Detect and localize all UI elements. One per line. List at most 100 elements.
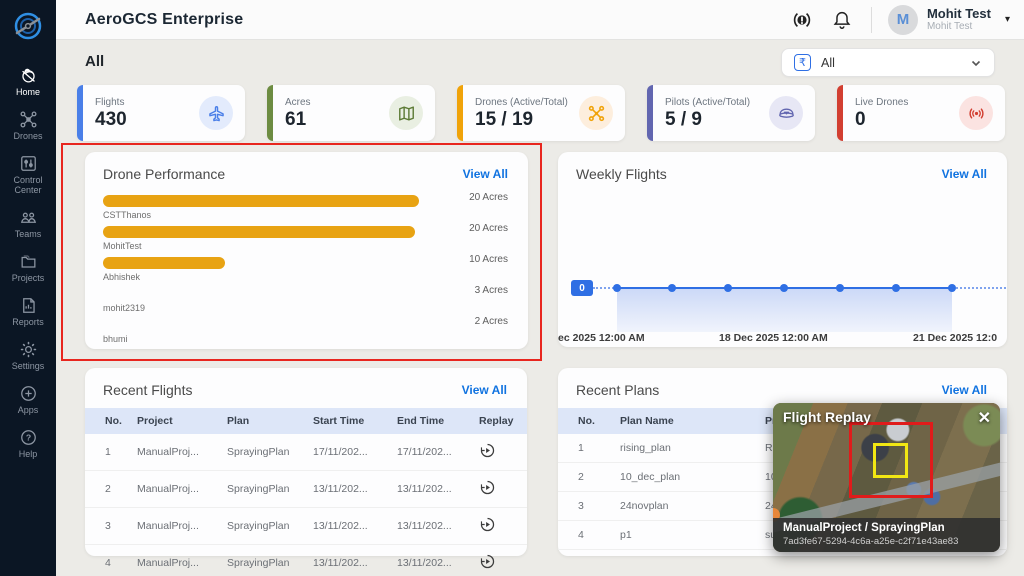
bar-row: Abhishek 10 Acres xyxy=(103,252,508,283)
cell-end: 17/11/202... xyxy=(397,434,479,471)
sidebar-item-label: Control Center xyxy=(6,175,50,195)
user-menu[interactable]: Mohit Test Mohit Test xyxy=(927,7,991,33)
chevron-down-icon xyxy=(970,57,982,69)
chart-point[interactable] xyxy=(892,284,900,292)
drone-performance-view-all-link[interactable]: View All xyxy=(463,167,508,181)
bar-label: mohit2319 xyxy=(103,303,145,313)
weekly-flights-view-all-link[interactable]: View All xyxy=(942,167,987,181)
sidebar-item-label: Home xyxy=(16,87,40,97)
filter-dropdown[interactable]: ₹ All xyxy=(781,48,995,77)
sidebar-item-home[interactable]: Home xyxy=(0,66,56,97)
replay-button-icon[interactable] xyxy=(479,553,496,570)
bar-label: bhumi xyxy=(103,334,128,344)
cell-project: ManualProj... xyxy=(137,545,227,576)
sidebar-item-help[interactable]: ? Help xyxy=(0,428,56,459)
filter-dropdown-value: All xyxy=(821,56,835,70)
cell-plan: SprayingPlan xyxy=(227,508,313,545)
cell-plan: SprayingPlan xyxy=(227,471,313,508)
x-axis-labels: ec 2025 12:00 AM 18 Dec 2025 12:00 AM 21… xyxy=(558,332,1007,348)
sidebar-item-label: Help xyxy=(19,449,38,459)
table-row[interactable]: 2 ManualProj... SprayingPlan 13/11/202..… xyxy=(85,471,527,508)
chart-point[interactable] xyxy=(780,284,788,292)
chart-point[interactable] xyxy=(948,284,956,292)
sidebar-item-label: Projects xyxy=(12,273,45,283)
chart-point[interactable] xyxy=(836,284,844,292)
table-row[interactable]: 1 ManualProj... SprayingPlan 17/11/202..… xyxy=(85,434,527,471)
column-header: End Time xyxy=(397,408,479,434)
stat-accent-bar xyxy=(837,85,843,141)
stat-label: Live Drones xyxy=(855,97,908,108)
weekly-flights-panel: Weekly Flights View All 0 ec 2025 12:00 … xyxy=(558,152,1007,347)
stat-card-flights[interactable]: Flights 430 xyxy=(77,85,245,141)
drone-performance-chart: CSTThanos 20 Acres MohitTest 20 Acres Ab… xyxy=(85,190,528,345)
replay-button-icon[interactable] xyxy=(479,516,496,533)
chart-point[interactable] xyxy=(613,284,621,292)
column-header: Start Time xyxy=(313,408,397,434)
stat-card-pilots[interactable]: Pilots (Active/Total) 5 / 9 xyxy=(647,85,815,141)
notifications-bell-icon[interactable] xyxy=(831,9,853,31)
bar-row: CSTThanos 20 Acres xyxy=(103,190,508,221)
cell-project: ManualProj... xyxy=(137,434,227,471)
sidebar-item-apps[interactable]: Apps xyxy=(0,384,56,415)
sidebar-item-label: Apps xyxy=(18,405,39,415)
column-header: Plan Name xyxy=(620,408,765,434)
table-row[interactable]: 3 ManualProj... SprayingPlan 13/11/202..… xyxy=(85,508,527,545)
popup-caption: ManualProject / SprayingPlan 7ad3fe67-52… xyxy=(773,518,1000,552)
cell-no: 4 xyxy=(558,521,620,550)
user-menu-caret-icon[interactable]: ▾ xyxy=(1005,14,1010,25)
replay-button-icon[interactable] xyxy=(479,479,496,496)
stat-label: Acres xyxy=(285,97,311,108)
cell-no: 1 xyxy=(85,434,137,471)
close-icon[interactable]: ✕ xyxy=(978,408,991,428)
sidebar-item-drones[interactable]: Drones xyxy=(0,110,56,141)
bar xyxy=(103,257,225,269)
sidebar-item-control-center[interactable]: Control Center xyxy=(0,154,56,195)
cell-no: 4 xyxy=(85,545,137,576)
bar-label: Abhishek xyxy=(103,272,140,282)
recent-flights-view-all-link[interactable]: View All xyxy=(462,383,507,397)
panel-title: Drone Performance xyxy=(103,166,225,182)
stat-label: Flights xyxy=(95,97,127,108)
bar-value: 3 Acres xyxy=(475,285,508,296)
map-plan-yellow-rectangle xyxy=(873,443,908,478)
user-name: Mohit Test xyxy=(927,7,991,20)
sidebar-item-teams[interactable]: Teams xyxy=(0,208,56,239)
flight-replay-popup: Flight Replay ✕ ManualProject / Spraying… xyxy=(773,403,1000,552)
live-broadcast-icon xyxy=(959,96,993,130)
drone-performance-panel: Drone Performance View All CSTThanos 20 … xyxy=(85,152,528,349)
rupee-icon: ₹ xyxy=(794,54,811,71)
stat-accent-bar xyxy=(647,85,653,141)
user-avatar[interactable]: M xyxy=(888,5,918,35)
stat-card-live-drones[interactable]: Live Drones 0 xyxy=(837,85,1005,141)
stat-card-acres[interactable]: Acres 61 xyxy=(267,85,435,141)
home-drone-icon xyxy=(19,66,38,85)
column-header: Plan xyxy=(227,408,313,434)
sidebar-item-label: Settings xyxy=(12,361,45,371)
cell-end: 13/11/202... xyxy=(397,545,479,576)
cell-no: 3 xyxy=(558,492,620,521)
sidebar-item-reports[interactable]: Reports xyxy=(0,296,56,327)
chart-point[interactable] xyxy=(668,284,676,292)
stat-value: 0 xyxy=(855,109,908,130)
panel-title: Recent Flights xyxy=(103,382,192,398)
svg-text:?: ? xyxy=(25,433,30,443)
chart-point[interactable] xyxy=(724,284,732,292)
bar-value: 20 Acres xyxy=(469,223,508,234)
bar xyxy=(103,226,415,238)
replay-button-icon[interactable] xyxy=(479,442,496,459)
recent-plans-view-all-link[interactable]: View All xyxy=(942,383,987,397)
question-circle-icon: ? xyxy=(19,428,38,447)
stat-card-drones[interactable]: Drones (Active/Total) 15 / 19 xyxy=(457,85,625,141)
cell-plan-name: 10_dec_plan xyxy=(620,463,765,492)
table-row[interactable]: 4 ManualProj... SprayingPlan 13/11/202..… xyxy=(85,545,527,576)
panel-title: Weekly Flights xyxy=(576,166,667,182)
sidebar-item-projects[interactable]: Projects xyxy=(0,252,56,283)
bar-row: mohit2319 3 Acres xyxy=(103,283,508,314)
bar-value: 2 Acres xyxy=(475,316,508,327)
x-tick-label: 18 Dec 2025 12:00 AM xyxy=(719,332,828,344)
teams-people-icon xyxy=(19,208,38,227)
cell-project: ManualProj... xyxy=(137,508,227,545)
chart-area-fill xyxy=(617,288,952,332)
alert-status-icon[interactable] xyxy=(791,9,813,31)
sidebar-item-settings[interactable]: Settings xyxy=(0,340,56,371)
